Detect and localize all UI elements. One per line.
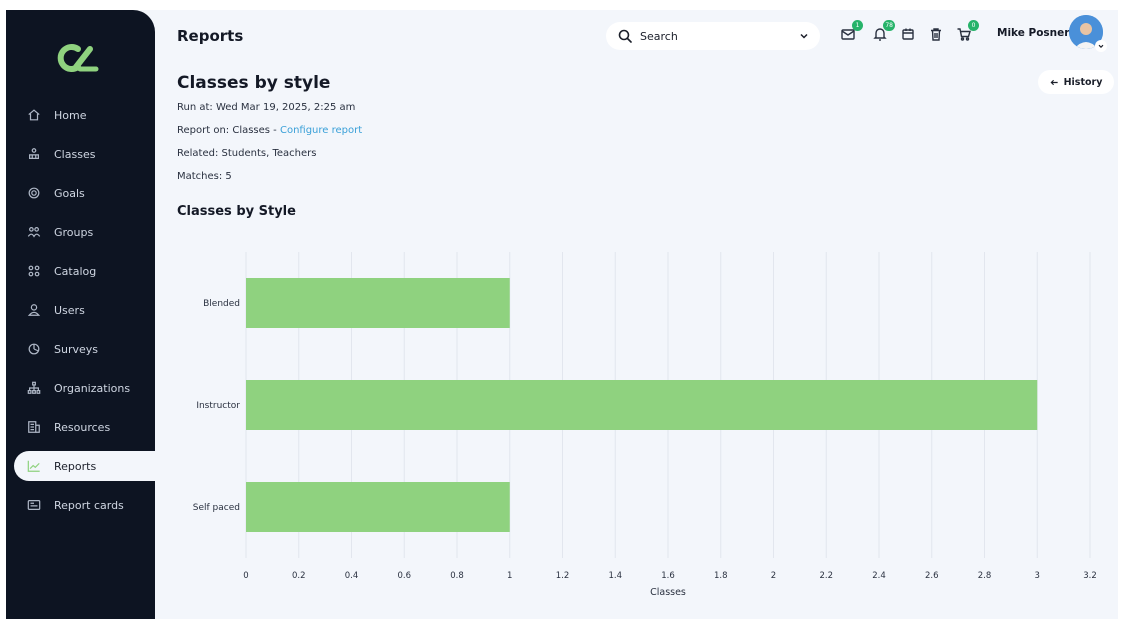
sidebar-item-users[interactable]: Users [14,295,155,325]
x-tick-label: 0.8 [450,571,464,581]
sidebar-item-label: Home [54,108,87,122]
x-tick-label: 0 [243,571,248,581]
sidebar-item-label: Resources [54,420,111,434]
sidebar-item-organizations[interactable]: Organizations [14,373,155,403]
notifications-badge: 78 [883,20,895,31]
x-tick-label: 1.8 [714,571,728,581]
x-tick-label: 0.4 [345,571,359,581]
x-tick-label: 2.8 [978,571,992,581]
run-at-text: Run at: Wed Mar 19, 2025, 2:25 am [177,102,356,113]
sidebar-item-resources[interactable]: Resources [14,412,155,442]
x-tick-label: 0.6 [397,571,411,581]
report-on-label: Report on: Classes - [177,125,280,136]
trash-button[interactable] [928,26,946,44]
calendar-button[interactable] [900,26,918,44]
x-tick-label: 1.4 [608,571,622,581]
sidebar-item-groups[interactable]: Groups [14,217,155,247]
user-name[interactable]: Mike Posner [997,27,1069,39]
groups-icon [26,224,42,240]
history-button[interactable]: History [1038,70,1114,94]
x-tick-label: 2.4 [872,571,886,581]
sidebar-item-report-cards[interactable]: Report cards [14,490,155,520]
cart-button[interactable]: 0 [956,20,979,44]
chart-title: Classes by Style [177,204,296,219]
account-menu-chevron-icon[interactable] [1095,40,1107,52]
report-title: Classes by style [177,73,331,93]
sidebar-item-catalog[interactable]: Catalog [14,256,155,286]
sidebar-item-label: Groups [54,225,94,239]
catalog-icon [26,263,42,279]
x-tick-label: 3 [1035,571,1040,581]
chevron-down-icon[interactable] [798,30,810,42]
bar [246,482,510,532]
sidebar-item-reports[interactable]: Reports [14,451,155,481]
bar [246,278,510,328]
x-tick-label: 2.6 [925,571,939,581]
y-category-label: Self paced [193,503,240,513]
sidebar-item-label: Classes [54,147,96,161]
organizations-icon [26,380,42,396]
sidebar: Home Classes Goals Groups Catalog Users Survey… [6,10,155,619]
search-box[interactable] [606,22,820,50]
notifications-button[interactable]: 78 [872,20,895,44]
resources-icon [26,419,42,435]
x-tick-label: 2.2 [819,571,833,581]
report-cards-icon [26,497,42,513]
configure-report-link[interactable]: Configure report [280,125,362,136]
related-text: Related: Students, Teachers [177,148,317,159]
x-tick-label: 1.6 [661,571,675,581]
messages-button[interactable]: 1 [840,20,863,44]
sidebar-item-label: Organizations [54,381,131,395]
page-title: Reports [177,27,244,45]
bar-chart: 0 0.2 0.4 0.6 0.8 1 1.2 1.4 1.6 1.8 2 2.2 2.4 2.6 2.8 3… [193,252,1097,598]
sidebar-item-label: Surveys [54,342,98,356]
trash-icon [931,28,941,41]
sidebar-item-goals[interactable]: Goals [14,178,155,208]
sidebar-item-surveys[interactable]: Surveys [14,334,155,364]
matches-text: Matches: 5 [177,171,232,182]
x-tick-label: 2 [771,571,776,581]
sidebar-item-label: Users [54,303,85,317]
x-tick-label: 1 [507,571,512,581]
users-icon [26,302,42,318]
sidebar-item-classes[interactable]: Classes [14,139,155,169]
y-category-label: Blended [203,299,240,309]
x-tick-label: 3.2 [1083,571,1097,581]
app-frame: Home Classes Goals Groups Catalog Users Survey… [6,10,1118,619]
x-tick-label: 0.2 [292,571,306,581]
sidebar-item-label: Catalog [54,264,97,278]
reports-icon [26,458,42,474]
surveys-icon [26,341,42,357]
history-label: History [1063,76,1103,88]
calendar-icon [902,28,914,40]
x-tick-label: 1.2 [556,571,570,581]
classes-icon [26,146,42,162]
goals-icon [26,185,42,201]
x-axis-label: Classes [650,587,686,598]
home-icon [26,107,42,123]
y-category-label: Instructor [196,401,240,411]
bar [246,380,1038,430]
sidebar-item-label: Reports [54,459,97,473]
messages-badge: 1 [852,20,863,31]
search-input[interactable] [640,29,790,43]
arrow-left-icon [1050,79,1058,85]
sidebar-item-label: Report cards [54,498,124,512]
cart-badge: 0 [968,20,979,31]
sidebar-item-home[interactable]: Home [14,100,155,130]
logo[interactable] [54,40,104,76]
search-icon [618,29,632,43]
report-on-text: Report on: Classes - Configure report [177,125,362,136]
sidebar-item-label: Goals [54,186,85,200]
